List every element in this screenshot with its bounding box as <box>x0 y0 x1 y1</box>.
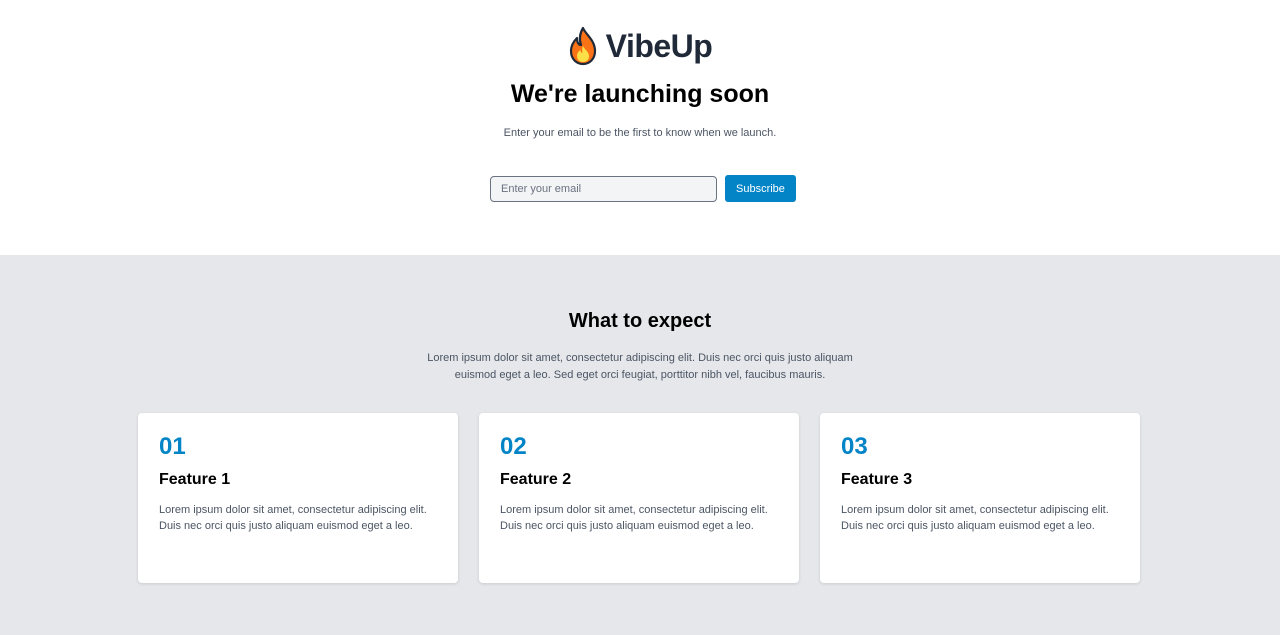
hero-section: VibeUp We're launching soon Enter your e… <box>0 0 1280 255</box>
subscribe-button[interactable]: Subscribe <box>725 175 796 202</box>
feature-text: Lorem ipsum dolor sit amet, consectetur … <box>841 504 1109 532</box>
features-title: What to expect <box>568 310 712 332</box>
feature-number: 01 <box>159 433 186 460</box>
hero-subtitle: Enter your email to be the first to know… <box>503 127 777 139</box>
hero-title: We're launching soon <box>510 80 770 108</box>
feature-card: 03 Feature 3 Lorem ipsum dolor sit amet,… <box>820 413 1140 583</box>
features-section: What to expect Lorem ipsum dolor sit ame… <box>0 255 1280 635</box>
email-input[interactable] <box>490 175 717 202</box>
brand-name: VibeUp <box>605 27 713 64</box>
feature-title: Feature 1 <box>159 471 231 488</box>
feature-number: 03 <box>841 433 868 460</box>
brand: VibeUp <box>0 26 1280 66</box>
feature-card: 02 Feature 2 Lorem ipsum dolor sit amet,… <box>479 413 799 583</box>
feature-cards: 01 Feature 1 Lorem ipsum dolor sit amet,… <box>138 413 1140 583</box>
feature-title: Feature 3 <box>841 471 913 488</box>
signup-form: Subscribe <box>490 175 796 202</box>
features-description: Lorem ipsum dolor sit amet, consectetur … <box>427 352 853 381</box>
feature-text: Lorem ipsum dolor sit amet, consectetur … <box>159 504 427 532</box>
flame-icon <box>569 26 596 66</box>
feature-card: 01 Feature 1 Lorem ipsum dolor sit amet,… <box>138 413 458 583</box>
feature-text: Lorem ipsum dolor sit amet, consectetur … <box>500 504 768 532</box>
feature-number: 02 <box>500 433 527 460</box>
feature-title: Feature 2 <box>500 471 572 488</box>
